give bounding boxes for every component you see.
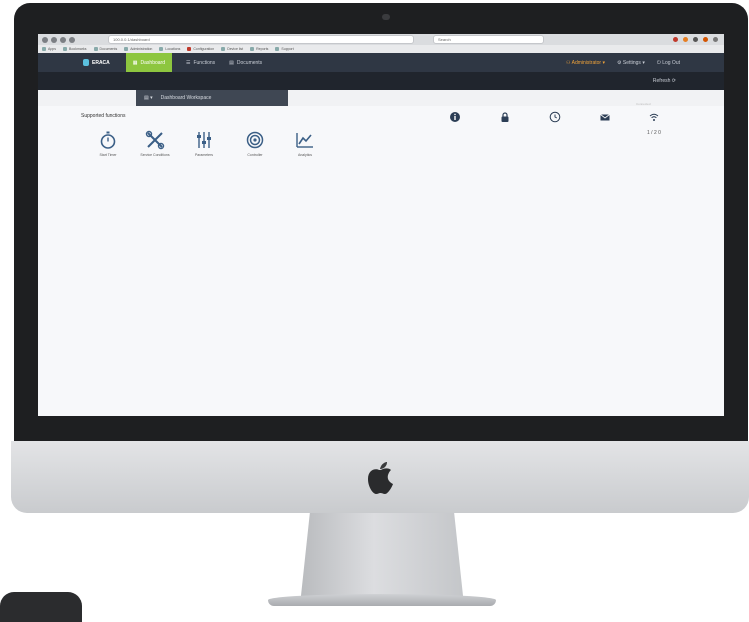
info-icon[interactable]: [449, 111, 461, 123]
folder-icon: [42, 47, 46, 51]
extension-icon[interactable]: [683, 37, 688, 42]
apple-logo-icon: [368, 462, 393, 494]
back-icon[interactable]: [42, 36, 48, 43]
user-icon: ⚇: [566, 59, 571, 66]
mail-icon[interactable]: [599, 111, 611, 123]
folder-icon: [124, 47, 129, 51]
sub-toolbar: Refresh ⟳: [38, 72, 724, 90]
status-count: 1 / 2 0: [647, 130, 661, 136]
folder-icon: [93, 47, 98, 51]
bookmark-item[interactable]: Bookmarks: [62, 47, 87, 51]
dashboard-icon: ▦: [132, 59, 138, 66]
nav-item-functions[interactable]: ☰ Functions: [186, 60, 215, 66]
wifi-icon[interactable]: [648, 111, 660, 123]
bookmark-item[interactable]: Administration: [124, 47, 152, 51]
screen: 100.0.0.1/dashboard Search Apps Bookmark…: [38, 34, 724, 416]
bookmarks-bar: Apps Bookmarks Documents Administration …: [38, 45, 724, 53]
refresh-icon: ⟳: [671, 78, 676, 84]
nav-right: ⚇ Administrator ▾ ⚙ Settings ▾ ⏻ Log Out: [566, 60, 680, 66]
user-menu[interactable]: ⚇ Administrator ▾: [566, 60, 605, 66]
bookmark-item[interactable]: Apps: [42, 47, 56, 51]
address-bar[interactable]: 100.0.0.1/dashboard: [108, 35, 414, 44]
nav-item-documents[interactable]: ▤ Documents: [229, 60, 262, 66]
tools-icon: [145, 130, 165, 150]
sliders-icon: [197, 132, 211, 148]
grid-icon: ▤ ▾: [144, 95, 153, 101]
chart-icon: [296, 133, 313, 148]
lock-icon[interactable]: [499, 111, 511, 123]
folder-icon: [187, 47, 192, 51]
bookmark-item[interactable]: Support: [275, 47, 294, 51]
home-icon[interactable]: [69, 36, 75, 43]
functions-icon: ☰: [185, 59, 191, 66]
monitor-stand: [300, 513, 464, 605]
workspace-tab[interactable]: ▤ ▾ Dashboard Workspace: [136, 90, 288, 106]
reload-icon[interactable]: [60, 36, 66, 43]
bookmark-item[interactable]: Reports: [250, 47, 268, 51]
extension-icon[interactable]: [693, 37, 698, 42]
dashboard-content: Supported functions Start Timer Service …: [38, 102, 724, 416]
tile-start-timer[interactable]: Start Timer: [85, 130, 131, 157]
browser-toolbar: 100.0.0.1/dashboard Search: [38, 34, 724, 45]
brand-mark-icon: [83, 59, 89, 66]
clock-icon[interactable]: [549, 111, 561, 123]
section-title: Supported functions: [81, 113, 126, 119]
refresh-button[interactable]: Refresh ⟳: [653, 78, 676, 84]
target-icon: [246, 131, 264, 149]
status-note: Connected: [636, 102, 651, 106]
documents-icon: ▤: [229, 59, 234, 66]
folder-icon: [221, 47, 226, 51]
folder-icon: [62, 47, 67, 51]
tile-service-conditions[interactable]: Service Conditions: [132, 130, 178, 157]
folder-icon: [159, 47, 164, 51]
stopwatch-icon: [100, 131, 116, 149]
folder-icon: [275, 47, 280, 51]
bookmark-item[interactable]: Documents: [93, 47, 117, 51]
bookmark-item[interactable]: Locations: [159, 47, 180, 51]
forward-icon[interactable]: [51, 36, 57, 43]
browser-search-input[interactable]: Search: [433, 35, 544, 44]
gear-icon: ⚙: [616, 59, 622, 66]
tile-controller[interactable]: Controller: [232, 130, 278, 157]
tile-analytics[interactable]: Analytics: [282, 130, 328, 157]
tile-parameters[interactable]: Parameters: [181, 130, 227, 157]
bookmark-item[interactable]: Device list: [221, 47, 243, 51]
brand-logo[interactable]: ERACA: [83, 59, 110, 66]
settings-menu[interactable]: ⚙ Settings ▾: [617, 60, 645, 66]
menu-icon[interactable]: [713, 37, 718, 42]
extension-icon[interactable]: [673, 37, 678, 42]
logout-icon: ⏻: [656, 59, 661, 66]
monitor-stand-base: [268, 594, 496, 606]
browser-extensions: [673, 37, 718, 42]
nav-item-dashboard[interactable]: ▦ Dashboard: [125, 53, 172, 72]
folder-icon: [250, 47, 255, 51]
workspace-toolbar: ▤ ▾ Dashboard Workspace: [38, 90, 724, 106]
app-navbar: ERACA ▦ Dashboard ☰ Functions ▤ Document…: [38, 53, 724, 72]
bookmark-item[interactable]: Configuration: [187, 47, 214, 51]
extension-icon[interactable]: [703, 37, 708, 42]
camera-icon: [382, 14, 390, 20]
corner-object: [0, 592, 82, 622]
logout-button[interactable]: ⏻ Log Out: [657, 60, 680, 66]
